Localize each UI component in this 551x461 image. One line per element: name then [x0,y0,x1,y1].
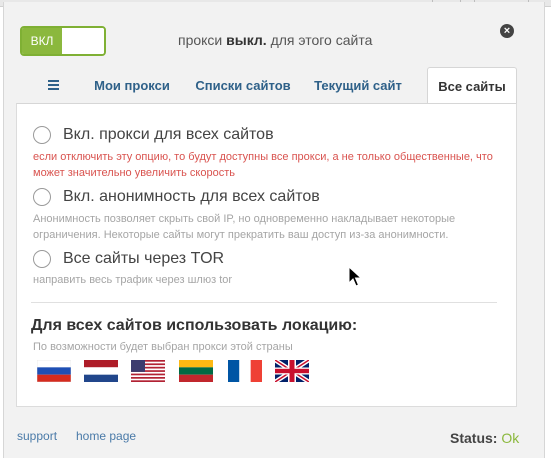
option-label[interactable]: Вкл. прокси для всех сайтов [63,126,274,144]
all-sites-panel: Вкл. прокси для всех сайтов если отключи… [16,103,517,407]
mouse-cursor-icon [348,265,363,293]
status-state: выкл. [226,32,267,48]
france-flag-icon[interactable] [228,360,262,382]
toggle-knob [62,28,104,54]
location-title: Для всех сайтов использовать локацию: [31,317,358,334]
tab-my-proxies[interactable]: Мои прокси [80,67,184,103]
toggle-label: ВКЛ [22,28,62,54]
close-icon[interactable]: × [500,24,514,38]
location-subtitle: По возможности будет выбран прокси этой … [33,341,293,353]
option-description: направить весь трафик через шлюз tor [33,274,233,286]
tab-current-site[interactable]: Текущий сайт [306,67,410,103]
tab-site-lists[interactable]: Списки сайтов [188,67,298,103]
support-link[interactable]: support [17,429,57,443]
netherlands-flag-icon[interactable] [84,360,118,382]
tab-all-sites[interactable]: Все сайты [427,67,517,104]
status-prefix: прокси [178,32,227,48]
proxy-status-text: прокси выкл. для этого сайта [178,32,372,48]
usa-flag-icon[interactable] [131,360,165,382]
status-label: Status: [450,430,502,446]
menu-icon[interactable] [48,80,59,90]
proxy-toggle[interactable]: ВКЛ [20,26,106,56]
connection-status: Status: Ok [450,430,519,446]
tab-bar: Мои прокси Списки сайтов Текущий сайт Вс… [16,67,517,104]
option-description: если отключить эту опцию, то будут досту… [33,151,493,179]
status-value: Ok [501,430,520,446]
uk-flag-icon[interactable] [275,360,309,382]
lithuania-flag-icon[interactable] [179,360,213,382]
russia-flag-icon[interactable] [37,360,71,382]
status-suffix: для этого сайта [266,32,373,48]
option-description: Анонимность позволяет скрыть свой IP, но… [33,213,456,241]
option-label[interactable]: Вкл. анонимность для всех сайтов [63,188,320,206]
tor-radio[interactable] [33,250,51,268]
anonymity-radio[interactable] [33,188,51,206]
option-label[interactable]: Все сайты через TOR [63,250,224,268]
home-page-link[interactable]: home page [76,429,136,443]
proxy-all-radio[interactable] [33,126,51,144]
divider [31,302,497,303]
